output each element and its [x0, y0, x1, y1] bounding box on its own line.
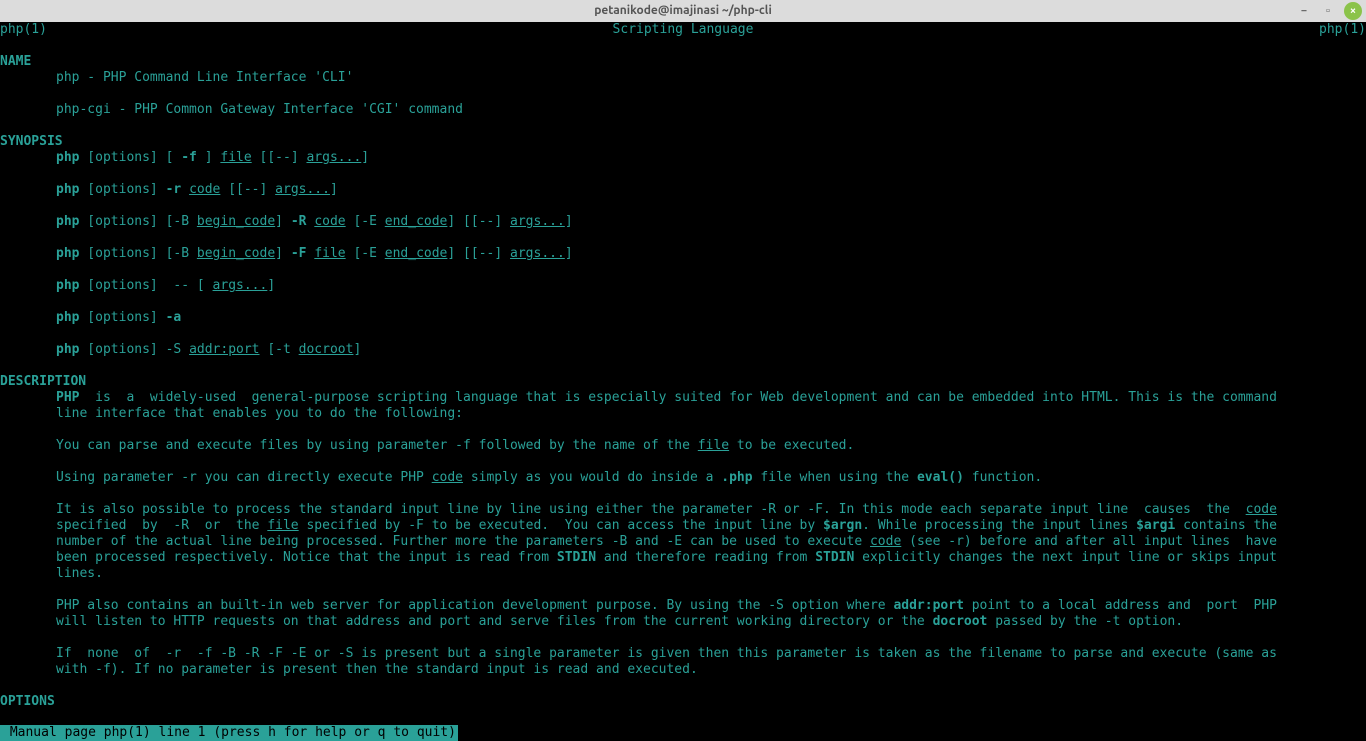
- name-line-1: php - PHP Command Line Interface 'CLI': [0, 70, 1366, 86]
- window-controls: − ▫ ×: [1296, 2, 1362, 20]
- desc-p3: Using parameter -r you can directly exec…: [0, 470, 1366, 486]
- desc-p6-l2: with -f). If no parameter is present the…: [0, 662, 1366, 678]
- desc-p1-l1: PHP is a widely-used general-purpose scr…: [0, 390, 1366, 406]
- minimize-button[interactable]: −: [1296, 3, 1312, 19]
- desc-p4-l3: number of the actual line being processe…: [0, 534, 1366, 550]
- synopsis-line-7: php [options] -S addr:port [-t docroot]: [0, 342, 1366, 358]
- man-header-left: php(1): [0, 22, 47, 38]
- desc-p6-l1: If none of -r -f -B -R -F -E or -S is pr…: [0, 646, 1366, 662]
- pager-status-line[interactable]: Manual page php(1) line 1 (press h for h…: [0, 725, 458, 741]
- section-name-header: NAME: [0, 54, 1366, 70]
- desc-p1-l2: line interface that enables you to do th…: [0, 406, 1366, 422]
- man-header-right: php(1): [1319, 22, 1366, 38]
- synopsis-line-5: php [options] -- [ args...]: [0, 278, 1366, 294]
- desc-p5-l1: PHP also contains an built-in web server…: [0, 598, 1366, 614]
- synopsis-line-4: php [options] [-B begin_code] -F file [-…: [0, 246, 1366, 262]
- desc-p4-l2: specified by -R or the file specified by…: [0, 518, 1366, 534]
- man-header-center: Scripting Language: [47, 22, 1319, 38]
- desc-p4-l5: lines.: [0, 566, 1366, 582]
- window-titlebar: petanikode@imajinasi ~/php-cli − ▫ ×: [0, 0, 1366, 22]
- synopsis-line-1: php [options] [ -f ] file [[--] args...]: [0, 150, 1366, 166]
- desc-p4-l4: been processed respectively. Notice that…: [0, 550, 1366, 566]
- terminal-viewport[interactable]: php(1) Scripting Language php(1) NAME ph…: [0, 22, 1366, 741]
- section-options-header: OPTIONS: [0, 694, 1366, 710]
- desc-p2: You can parse and execute files by using…: [0, 438, 1366, 454]
- synopsis-line-6: php [options] -a: [0, 310, 1366, 326]
- close-button[interactable]: ×: [1344, 2, 1362, 20]
- desc-p4-l1: It is also possible to process the stand…: [0, 502, 1366, 518]
- man-header: php(1) Scripting Language php(1): [0, 22, 1366, 38]
- section-synopsis-header: SYNOPSIS: [0, 134, 1366, 150]
- window-title: petanikode@imajinasi ~/php-cli: [594, 3, 772, 19]
- synopsis-line-2: php [options] -r code [[--] args...]: [0, 182, 1366, 198]
- name-line-2: php-cgi - PHP Common Gateway Interface '…: [0, 102, 1366, 118]
- section-description-header: DESCRIPTION: [0, 374, 1366, 390]
- desc-p5-l2: will listen to HTTP requests on that add…: [0, 614, 1366, 630]
- maximize-button[interactable]: ▫: [1320, 3, 1336, 19]
- synopsis-line-3: php [options] [-B begin_code] -R code [-…: [0, 214, 1366, 230]
